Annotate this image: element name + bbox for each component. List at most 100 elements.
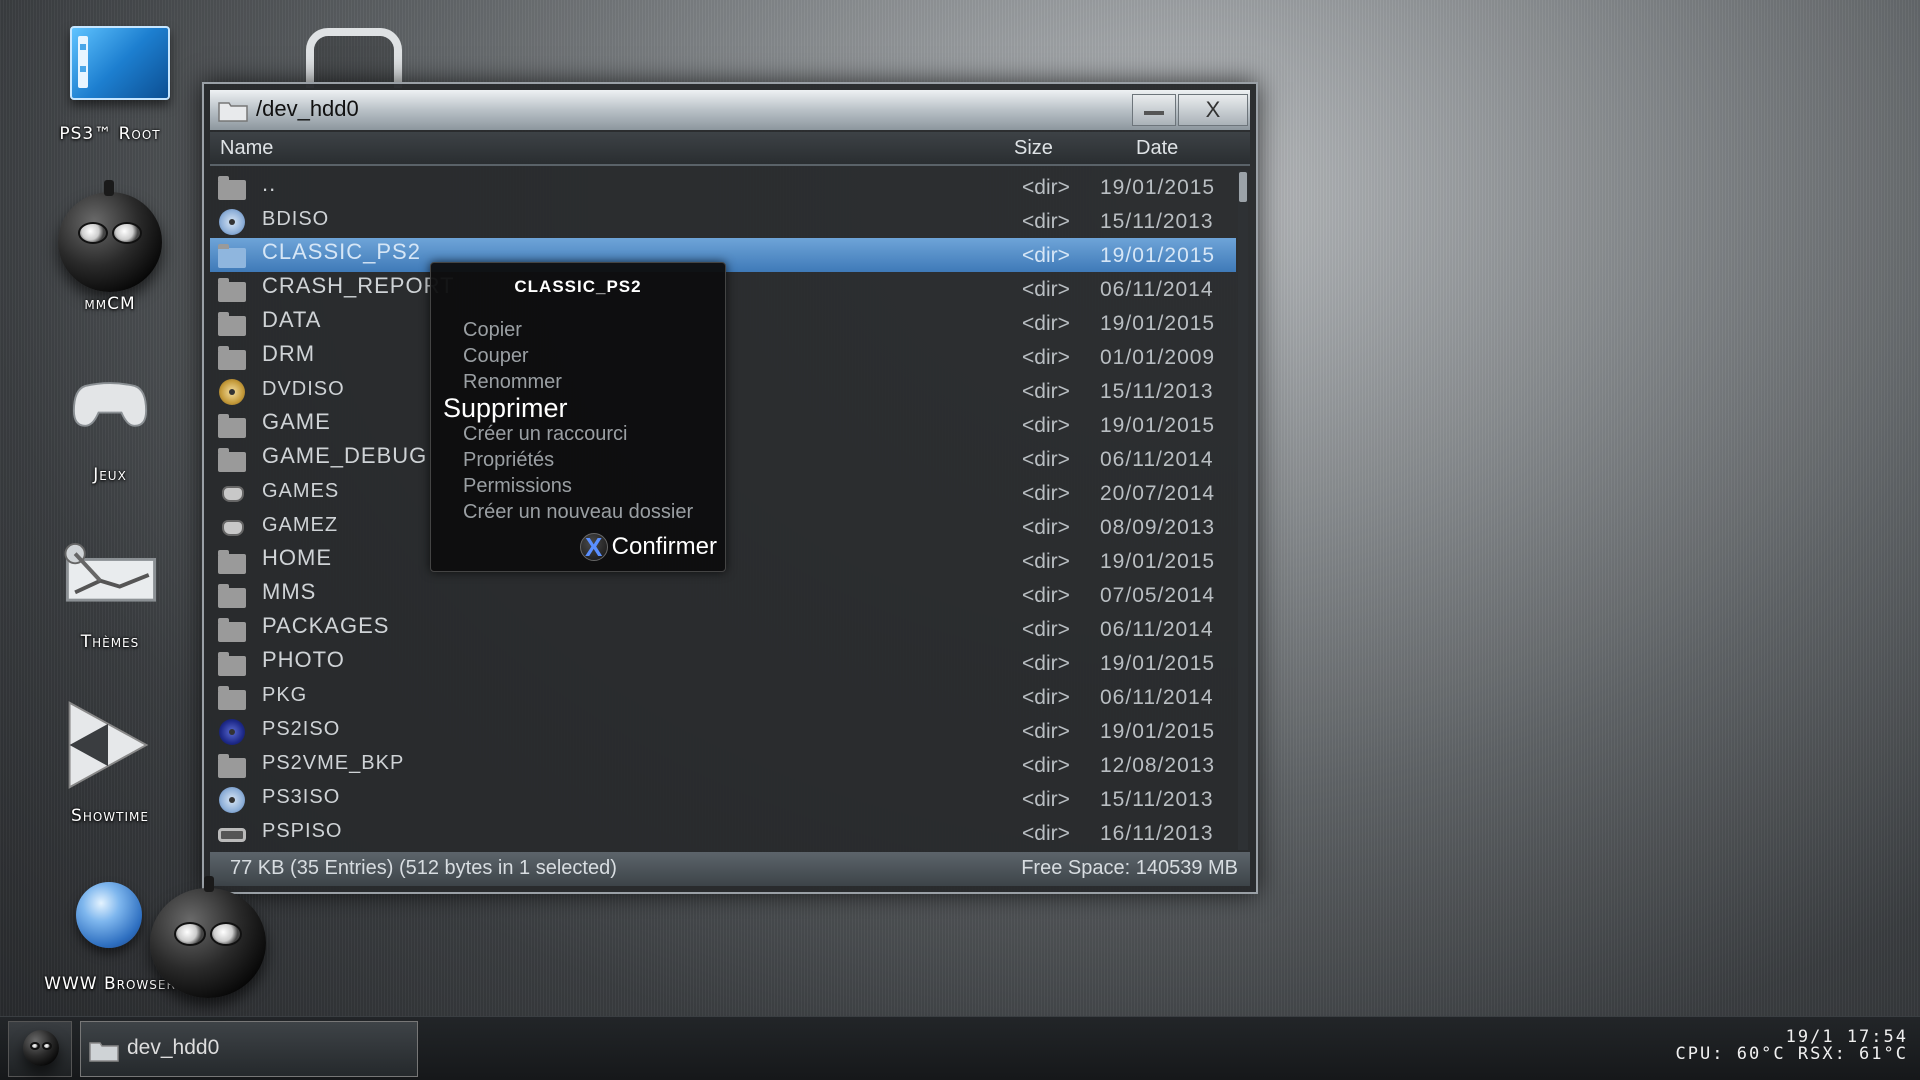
file-date: 08/09/2013 bbox=[1100, 516, 1216, 539]
file-row[interactable]: BDISO <dir> 15/11/2013 bbox=[210, 204, 1236, 238]
file-row[interactable]: PS2VME_BKP <dir> 12/08/2013 bbox=[210, 748, 1236, 782]
column-name-header[interactable]: Name bbox=[220, 137, 273, 160]
file-size: <dir> bbox=[1022, 414, 1070, 437]
file-row[interactable]: PHOTO <dir> 19/01/2015 bbox=[210, 646, 1236, 680]
status-selection-info: 77 KB (35 Entries) (512 bytes in 1 selec… bbox=[230, 857, 617, 879]
taskbar-item-dev-hdd0[interactable]: dev_hdd0 bbox=[80, 1021, 418, 1077]
temperature-readout: CPU: 60°C RSX: 61°C bbox=[1675, 1044, 1908, 1064]
desktop-icon-themes[interactable]: Thèmes bbox=[10, 530, 210, 670]
file-size: <dir> bbox=[1022, 448, 1070, 471]
minimize-icon bbox=[1144, 111, 1164, 115]
window-titlebar[interactable]: /dev_hdd0 X bbox=[210, 90, 1250, 130]
context-menu-title: CLASSIC_PS2 bbox=[514, 277, 642, 296]
file-name: DRM bbox=[262, 341, 316, 366]
file-date: 06/11/2014 bbox=[1100, 448, 1214, 471]
file-row[interactable]: PSPISO <dir> 16/11/2013 bbox=[210, 816, 1236, 850]
context-menu: CLASSIC_PS2 Copier Couper Renommer Supprime… bbox=[430, 262, 726, 572]
close-button[interactable]: X bbox=[1178, 94, 1248, 126]
column-date-header[interactable]: Date bbox=[1136, 137, 1178, 160]
file-size: <dir> bbox=[1022, 312, 1070, 335]
file-size: <dir> bbox=[1022, 686, 1070, 709]
scrollbar-thumb[interactable] bbox=[1239, 172, 1247, 202]
desktop-icon-jeux[interactable]: Jeux bbox=[10, 360, 210, 500]
drive-icon bbox=[70, 26, 170, 100]
file-name: .. bbox=[262, 171, 277, 196]
ps2-disc-icon bbox=[218, 719, 248, 745]
globe-icon bbox=[76, 882, 142, 948]
bd-disc-icon bbox=[218, 209, 248, 235]
folder-icon bbox=[218, 414, 248, 438]
file-size: <dir> bbox=[1022, 278, 1070, 301]
play-icon bbox=[68, 701, 149, 789]
file-size: <dir> bbox=[1022, 822, 1070, 845]
file-size: <dir> bbox=[1022, 618, 1070, 641]
context-menu-item[interactable]: Couper bbox=[463, 343, 693, 369]
folder-icon bbox=[218, 754, 248, 778]
file-date: 01/01/2009 bbox=[1100, 346, 1216, 369]
file-row[interactable]: PACKAGES <dir> 06/11/2014 bbox=[210, 612, 1236, 646]
start-button[interactable] bbox=[8, 1021, 72, 1077]
file-date: 19/01/2015 bbox=[1100, 312, 1216, 335]
file-date: 12/08/2013 bbox=[1100, 754, 1216, 777]
file-size: <dir> bbox=[1022, 210, 1070, 233]
confirm-label: Confirmer bbox=[611, 533, 717, 560]
file-name: PSPISO bbox=[262, 820, 343, 842]
file-name: GAME bbox=[262, 409, 331, 434]
context-menu-item[interactable]: Supprimer bbox=[443, 395, 693, 422]
file-name: HOME bbox=[262, 545, 332, 570]
file-name: DATA bbox=[262, 307, 322, 332]
file-name: PKG bbox=[262, 684, 308, 706]
file-date: 19/01/2015 bbox=[1100, 720, 1216, 743]
file-date: 19/01/2015 bbox=[1100, 414, 1216, 437]
file-size: <dir> bbox=[1022, 788, 1070, 811]
context-menu-item[interactable]: Créer un nouveau dossier bbox=[463, 499, 693, 525]
file-date: 19/01/2015 bbox=[1100, 244, 1216, 267]
file-size: <dir> bbox=[1022, 754, 1070, 777]
file-date: 06/11/2014 bbox=[1100, 686, 1214, 709]
confirm-button[interactable]: X Confirmer bbox=[579, 533, 717, 561]
psp-icon bbox=[218, 822, 248, 846]
file-row[interactable]: PS3ISO <dir> 15/11/2013 bbox=[210, 782, 1236, 816]
file-row[interactable]: .. <dir> 19/01/2015 bbox=[210, 170, 1236, 204]
file-row[interactable]: PKG <dir> 06/11/2014 bbox=[210, 680, 1236, 714]
file-row[interactable]: MMS <dir> 07/05/2014 bbox=[210, 578, 1236, 612]
file-date: 06/11/2014 bbox=[1100, 278, 1214, 301]
folder-icon bbox=[218, 102, 248, 122]
context-menu-item[interactable]: Propriétés bbox=[463, 447, 693, 473]
minimize-button[interactable] bbox=[1132, 94, 1176, 126]
status-bar: 77 KB (35 Entries) (512 bytes in 1 selec… bbox=[210, 852, 1250, 886]
file-name: GAME_DEBUG bbox=[262, 443, 428, 468]
file-date: 15/11/2013 bbox=[1100, 788, 1214, 811]
file-date: 19/01/2015 bbox=[1100, 176, 1216, 199]
folder-icon bbox=[218, 346, 248, 370]
file-name: DVDISO bbox=[262, 378, 345, 400]
gamepad-icon bbox=[218, 516, 248, 540]
context-menu-item[interactable]: Créer un raccourci bbox=[463, 421, 693, 447]
desktop-icon-showtime[interactable]: Showtime bbox=[10, 690, 210, 840]
file-date: 20/07/2014 bbox=[1100, 482, 1216, 505]
folder-icon bbox=[218, 584, 248, 608]
gamepad-icon bbox=[218, 482, 248, 506]
file-row[interactable]: PS2ISO <dir> 19/01/2015 bbox=[210, 714, 1236, 748]
file-name: MMS bbox=[262, 579, 317, 604]
desktop-icon-label: PS3™ Root bbox=[59, 124, 161, 144]
file-size: <dir> bbox=[1022, 584, 1070, 607]
column-size-header[interactable]: Size bbox=[1014, 137, 1053, 160]
file-name: BDISO bbox=[262, 208, 330, 230]
file-name: PS2ISO bbox=[262, 718, 341, 740]
bomb-logo-icon bbox=[23, 1030, 59, 1066]
context-menu-item[interactable]: Copier bbox=[463, 317, 693, 343]
file-size: <dir> bbox=[1022, 516, 1070, 539]
taskbar: dev_hdd0 19/1 17:54 CPU: 60°C RSX: 61°C bbox=[0, 1016, 1920, 1080]
file-date: 15/11/2013 bbox=[1100, 380, 1214, 403]
folder-icon bbox=[218, 278, 248, 302]
folder-icon bbox=[218, 652, 248, 676]
context-menu-item[interactable]: Renommer bbox=[463, 369, 693, 395]
file-name: GAMEZ bbox=[262, 514, 339, 536]
file-size: <dir> bbox=[1022, 652, 1070, 675]
status-free-space: Free Space: 140539 MB bbox=[1021, 857, 1238, 879]
folder-icon bbox=[218, 244, 248, 268]
context-menu-item[interactable]: Permissions bbox=[463, 473, 693, 499]
scrollbar[interactable] bbox=[1238, 170, 1248, 850]
gamepad-icon bbox=[72, 382, 148, 427]
